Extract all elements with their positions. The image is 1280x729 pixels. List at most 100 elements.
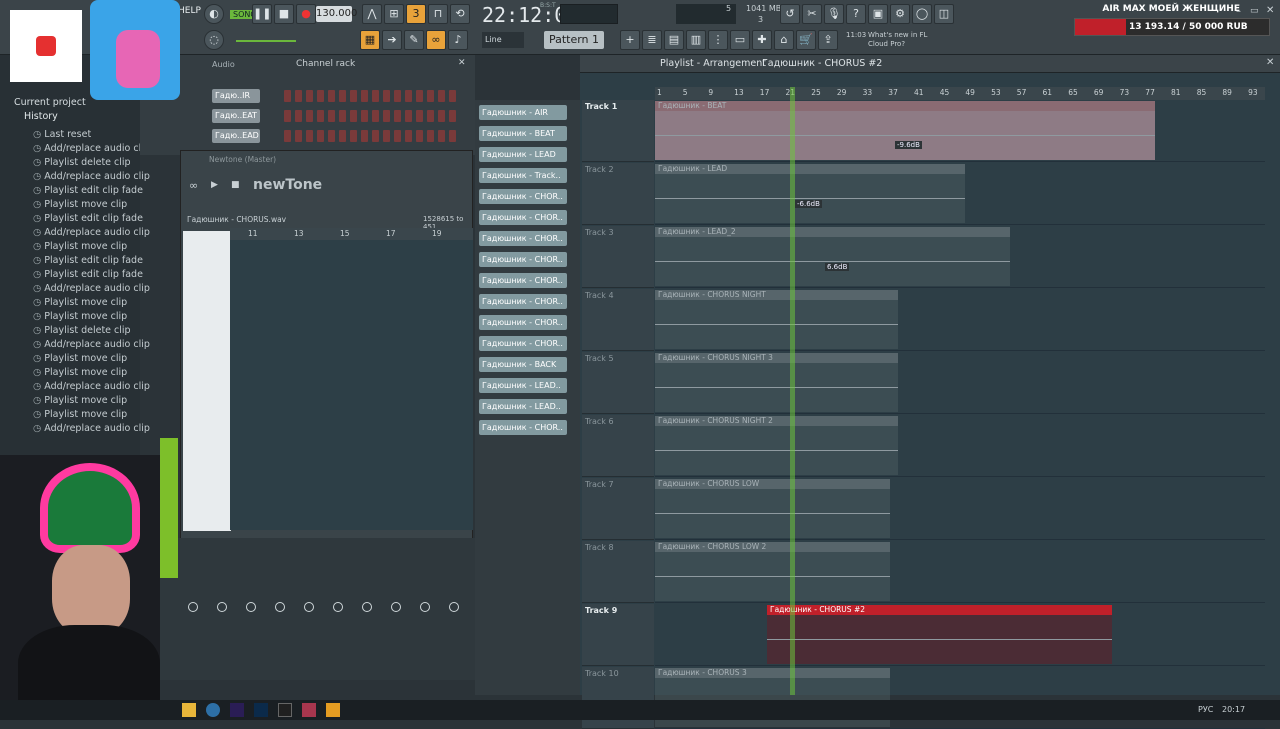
cut-icon[interactable]: ✂ [802,4,822,24]
history-item[interactable]: Add/replace audio clip [33,143,150,154]
history-item[interactable]: Playlist edit clip fade [33,255,143,266]
piano-keys[interactable] [183,231,231,531]
step-button[interactable] [361,110,368,122]
channel-rack-close-icon[interactable]: ✕ [458,58,466,68]
track-header[interactable]: Track 4 [582,289,654,351]
step-button[interactable] [295,90,302,102]
step-button[interactable] [383,130,390,142]
audio-clip[interactable]: Гадюшник - CHORUS NIGHT [655,290,898,349]
track-lane[interactable]: Гадюшник - CHORUS NIGHT 2 [655,415,1265,477]
step-button[interactable] [427,130,434,142]
track-header[interactable]: Track 1 [582,100,654,162]
step-button[interactable] [383,110,390,122]
pencil-icon[interactable]: ✎ [404,30,424,50]
metronome-icon[interactable]: ⋀ [362,4,382,24]
track-lane[interactable]: Гадюшник - CHORUS NIGHT [655,289,1265,351]
plugin-icon[interactable]: ✚ [752,30,772,50]
step-button[interactable] [328,110,335,122]
history-item[interactable]: Playlist delete clip [33,325,130,336]
step-button[interactable] [449,110,456,122]
step-button[interactable] [449,130,456,142]
mixer-window-icon[interactable]: ⋮ [708,30,728,50]
channel-button[interactable]: Гадю..EAD [212,129,260,143]
pattern-picker-item[interactable]: Гадюшник - CHOR.. [479,210,567,225]
mixer-send-knob[interactable] [449,602,459,612]
taskbar-premiere-icon[interactable] [230,703,244,717]
step-button[interactable] [317,110,324,122]
track-lane[interactable]: Гадюшник - LEAD -6.6dB [655,163,1265,225]
track-header[interactable]: Track 5 [582,352,654,414]
track-lane[interactable]: Гадюшник - CHORUS NIGHT 3 [655,352,1265,414]
hint-text[interactable]: What's new in FL Cloud Pro? [868,31,948,49]
mixer-icon[interactable]: ⚙ [890,4,910,24]
step-button[interactable] [438,90,445,102]
help-icon[interactable]: ? [846,4,866,24]
step-edit-icon[interactable]: ⊓ [428,4,448,24]
playlist-timeline[interactable]: 1591317212529333741454953576165697377818… [655,87,1265,100]
step-button[interactable] [361,90,368,102]
pattern-picker-item[interactable]: Гадюшник - LEAD.. [479,378,567,393]
step-button[interactable] [416,130,423,142]
step-button[interactable] [295,110,302,122]
history-node[interactable]: History [24,111,58,122]
pattern-picker-item[interactable]: Гадюшник - BACK [479,357,567,372]
pattern-picker-item[interactable]: Гадюшник - LEAD.. [479,399,567,414]
step-button[interactable] [306,130,313,142]
link-icon[interactable]: ∞ [426,30,446,50]
track-lane[interactable]: Гадюшник - LEAD_2 6.6dB [655,226,1265,288]
pattern-picker-item[interactable]: Гадюшник - CHOR.. [479,189,567,204]
pattern-picker-item[interactable]: Гадюшник - CHOR.. [479,231,567,246]
bell-icon[interactable]: ♪ [448,30,468,50]
track-lane[interactable]: Гадюшник - BEAT -9.6dB [655,100,1265,162]
newtone-pitch-grid[interactable]: 11 13 15 17 19 [230,228,473,530]
play-button[interactable]: ❚❚ [252,4,272,24]
mixer-send-knob[interactable] [217,602,227,612]
taskbar-steam-icon[interactable] [206,703,220,717]
countdown-icon[interactable]: 3 [406,4,426,24]
audio-clip[interactable]: Гадюшник - CHORUS NIGHT 3 [655,353,898,412]
pattern-song-toggle[interactable]: ◐ [204,4,224,24]
taskbar-game-icon[interactable] [302,703,316,717]
close-icon[interactable]: ✕ [1266,5,1274,16]
step-button[interactable] [284,110,291,122]
history-item[interactable]: Add/replace audio clip [33,381,150,392]
mixer-send-knob[interactable] [304,602,314,612]
newtone-stop-icon[interactable]: ■ [231,180,240,190]
chat-icon[interactable]: ◯ [912,4,932,24]
taskbar-fl-icon[interactable] [326,703,340,717]
newtone-play-icon[interactable]: ▶ [211,180,218,190]
history-item[interactable]: Playlist move clip [33,199,127,210]
step-button[interactable] [295,130,302,142]
track-lane[interactable]: Гадюшник - CHORUS LOW [655,478,1265,540]
taskbar-clock[interactable]: 20:17 [1222,705,1245,714]
channel-rack-filter[interactable]: Audio [212,60,235,69]
history-item[interactable]: Add/replace audio clip [33,423,150,434]
audio-clip[interactable]: Гадюшник - CHORUS #2 [767,605,1112,664]
track-header[interactable]: Track 8 [582,541,654,603]
step-button[interactable] [350,110,357,122]
pattern-picker-item[interactable]: Гадюшник - CHOR.. [479,294,567,309]
step-button[interactable] [394,110,401,122]
step-button[interactable] [416,90,423,102]
pattern-selector[interactable]: Pattern 1 [544,31,604,49]
track-lane[interactable]: Гадюшник - CHORUS LOW 2 [655,541,1265,603]
channel-rack-icon[interactable]: ▥ [686,30,706,50]
playhead[interactable] [790,87,795,695]
pattern-picker-item[interactable]: Гадюшник - CHOR.. [479,252,567,267]
history-item[interactable]: Playlist edit clip fade [33,185,143,196]
mixer-send-knob[interactable] [246,602,256,612]
step-button[interactable] [328,130,335,142]
pattern-picker-item[interactable]: Гадюшник - Track.. [479,168,567,183]
step-button[interactable] [427,90,434,102]
audio-clip[interactable]: Гадюшник - CHORUS LOW [655,479,890,538]
step-button[interactable] [350,130,357,142]
step-button[interactable] [350,90,357,102]
master-volume-knob[interactable]: ◌ [204,30,224,50]
step-button[interactable] [394,130,401,142]
track-header[interactable]: Track 6 [582,415,654,477]
mixer-send-knob[interactable] [391,602,401,612]
browser-icon[interactable]: ▭ [730,30,750,50]
pattern-picker-item[interactable]: Гадюшник - AIR [479,105,567,120]
history-item[interactable]: Add/replace audio clip [33,171,150,182]
piano-roll-icon[interactable]: ▤ [664,30,684,50]
